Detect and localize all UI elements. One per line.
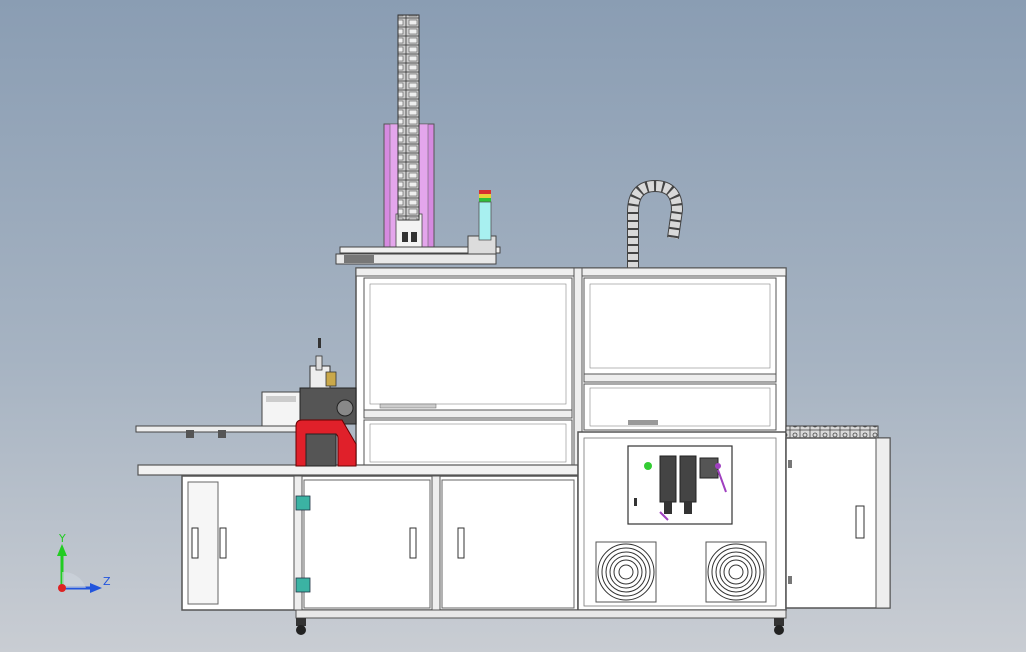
drag-chain-hook xyxy=(627,179,684,268)
air-prep-unit xyxy=(627,445,733,525)
side-cabinet xyxy=(785,437,891,609)
caster-right xyxy=(774,618,784,635)
axis-triad: Y Z xyxy=(57,532,111,593)
axis-z-label: Z xyxy=(103,575,111,588)
base-cabinet xyxy=(137,464,579,611)
stack-light xyxy=(478,190,492,241)
fan-left xyxy=(595,541,657,603)
drag-chain-vertical xyxy=(397,14,420,221)
robot-module xyxy=(295,338,357,467)
cad-viewport: Y Z xyxy=(57,14,891,635)
conveyor-rail xyxy=(135,391,303,438)
caster-left xyxy=(296,618,306,635)
fan-right xyxy=(705,541,767,603)
drag-chain-horizontal xyxy=(785,425,879,439)
axis-y-label: Y xyxy=(58,532,66,545)
